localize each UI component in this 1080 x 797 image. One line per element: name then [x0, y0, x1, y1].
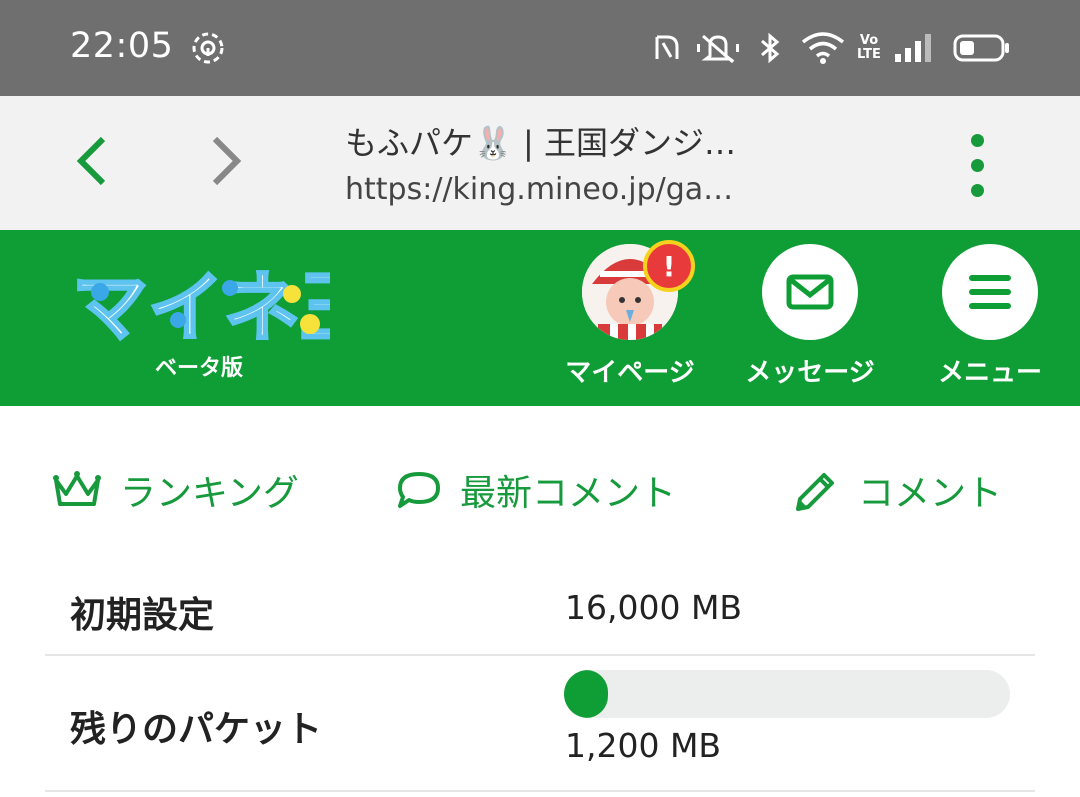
back-button[interactable]: [62, 126, 122, 196]
status-bar: 22:05 Vo LTE: [0, 0, 1080, 96]
remaining-progress-fill: [564, 670, 608, 718]
tab-latest-comments[interactable]: 最新コメント: [396, 462, 676, 518]
initial-setting-value: 16,000 MB: [565, 588, 743, 627]
tab-latest-comments-label: 最新コメント: [460, 473, 677, 514]
signal-icon: [892, 28, 936, 68]
more-options-button[interactable]: [958, 130, 998, 200]
speech-bubble-icon: [398, 472, 440, 508]
tab-comment-label: コメント: [858, 473, 1003, 514]
forward-button[interactable]: [196, 126, 256, 196]
wifi-icon: [800, 28, 846, 68]
page-url[interactable]: https://king.mineo.jp/ga…: [345, 172, 733, 207]
tab-ranking-label: ランキング: [120, 473, 299, 514]
remaining-progress-bar: [564, 670, 1010, 718]
beta-label: ベータ版: [155, 356, 244, 381]
initial-setting-label: 初期設定: [70, 595, 215, 636]
mypage-label: マイページ: [565, 358, 695, 388]
hamburger-icon: [942, 244, 1038, 340]
mail-icon: [762, 244, 858, 340]
page-title[interactable]: もふパケ🐰 | 王国ダンジ…: [345, 118, 736, 164]
remaining-packet-value: 1,200 MB: [565, 726, 722, 765]
mineo-logo[interactable]: マイネ王: [70, 254, 378, 354]
table-row-remaining: 残りのパケット 1,200 MB: [45, 656, 1035, 792]
mute-icon: [694, 28, 742, 68]
nfc-icon: [650, 28, 684, 68]
status-time: 22:05: [70, 26, 174, 66]
menu-label: メニュー: [937, 358, 1042, 388]
chevron-left-icon: [76, 136, 106, 186]
hotspot-icon: [188, 28, 228, 68]
crown-icon: [53, 471, 101, 506]
message-button[interactable]: メッセージ: [735, 244, 885, 404]
chevron-right-icon: [212, 136, 242, 186]
battery-icon: [952, 28, 1012, 68]
svg-text:マイネ王: マイネ王: [72, 263, 330, 352]
message-label: メッセージ: [745, 358, 875, 388]
tab-comment[interactable]: コメント: [792, 462, 1002, 518]
alert-badge: !: [643, 240, 695, 292]
bluetooth-icon: [756, 28, 784, 68]
browser-toolbar: もふパケ🐰 | 王国ダンジ… https://king.mineo.jp/ga…: [0, 96, 1080, 230]
tab-ranking[interactable]: ランキング: [52, 462, 299, 518]
volte-icon: Vo LTE: [857, 33, 881, 62]
app-header: マイネ王 ベータ版 マイページ ! メッセージ: [0, 230, 1080, 406]
remaining-packet-label: 残りのパケット: [70, 709, 323, 750]
menu-button[interactable]: メニュー: [915, 244, 1065, 404]
table-row-initial: 初期設定 16,000 MB: [45, 566, 1035, 656]
pencil-icon: [796, 473, 834, 511]
